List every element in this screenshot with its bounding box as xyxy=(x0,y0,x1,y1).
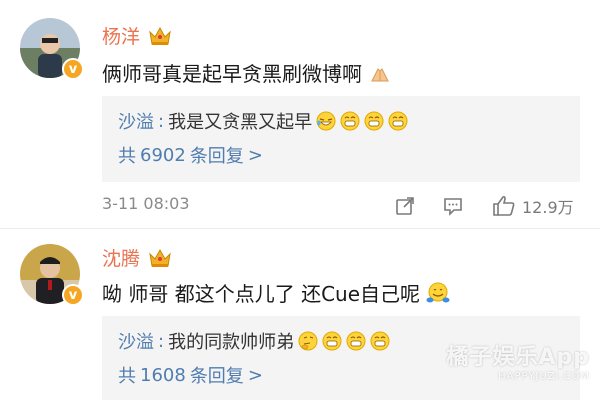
reply-author[interactable]: 沙溢 xyxy=(118,328,154,354)
grin-icon xyxy=(388,111,408,131)
like-count: 12.9万 xyxy=(522,198,574,217)
author-row: 沈腾 xyxy=(102,244,172,271)
crown-icon xyxy=(149,248,171,267)
grin-icon xyxy=(346,331,366,351)
verified-badge-icon: v xyxy=(62,284,84,306)
chevron-right-icon: > xyxy=(247,144,263,166)
watermark: 橘子娱乐App HAPPYJUZI.COM xyxy=(446,339,590,382)
comment-text-body: 呦 师哥 都这个点儿了 还Cue自己呢 xyxy=(102,282,421,306)
reply-count-link[interactable]: 共 6902 条回复 > xyxy=(118,142,263,168)
author-name[interactable]: 沈腾 xyxy=(102,244,140,271)
thinking-emoji-icon xyxy=(298,331,318,351)
comment-text: 俩师哥真是起早贪黑刷微博啊 xyxy=(102,58,392,87)
grin-icon xyxy=(322,331,342,351)
reply-line: 沙溢 : 我的同款帅师弟 xyxy=(118,328,390,354)
comment-meta: 3-11 08:03 12.9万 xyxy=(102,194,580,218)
reply-separator: : xyxy=(158,110,165,132)
grin-icon xyxy=(364,111,384,131)
comment-date: 3-11 08:03 xyxy=(102,194,190,213)
pray-hands-icon xyxy=(371,67,389,81)
reply-box[interactable]: 沙溢 : 我是又贪黑又起早 共 6902 条回复 > xyxy=(102,96,580,182)
like-button[interactable]: 12.9万 xyxy=(492,194,574,218)
thumbs-up-icon xyxy=(493,195,515,216)
grin-icon xyxy=(340,111,360,131)
watermark-title: 橘子娱乐App xyxy=(446,345,590,370)
reply-count-suffix: 条回复 xyxy=(189,366,244,387)
comment-button[interactable] xyxy=(442,194,464,218)
reply-text: 我的同款帅师弟 xyxy=(168,332,295,353)
reply-count-number: 6902 xyxy=(140,144,186,166)
reply-author[interactable]: 沙溢 xyxy=(118,108,154,134)
hug-emoji-icon xyxy=(426,282,450,302)
reply-count-prefix: 共 xyxy=(118,146,136,167)
comment-item: v 杨洋 俩师哥真是起早贪黑刷微博啊 沙溢 : 我是又贪黑又起早 共 6902 … xyxy=(0,0,600,228)
chevron-right-icon: > xyxy=(247,364,263,386)
reply-count-prefix: 共 xyxy=(118,366,136,387)
grin-icon xyxy=(370,331,390,351)
reply-count-number: 1608 xyxy=(140,364,186,386)
avatar[interactable]: v xyxy=(20,18,84,80)
reply-separator: : xyxy=(158,330,165,352)
author-row: 杨洋 xyxy=(102,22,172,49)
tears-of-joy-icon xyxy=(316,111,336,131)
reply-count-link[interactable]: 共 1608 条回复 > xyxy=(118,362,263,388)
share-button[interactable] xyxy=(394,194,416,218)
avatar[interactable]: v xyxy=(20,244,84,306)
reply-text: 我是又贪黑又起早 xyxy=(168,112,313,133)
watermark-subtitle: HAPPYJUZI.COM xyxy=(498,371,590,382)
comment-text-body: 俩师哥真是起早贪黑刷微博啊 xyxy=(102,62,362,86)
verified-badge-icon: v xyxy=(62,58,84,80)
reply-count-suffix: 条回复 xyxy=(189,146,244,167)
crown-icon xyxy=(149,26,171,45)
comment-icon xyxy=(444,198,462,216)
author-name[interactable]: 杨洋 xyxy=(102,22,140,49)
share-icon xyxy=(396,197,414,215)
reply-line: 沙溢 : 我是又贪黑又起早 xyxy=(118,108,408,134)
comment-text: 呦 师哥 都这个点儿了 还Cue自己呢 xyxy=(102,278,450,307)
